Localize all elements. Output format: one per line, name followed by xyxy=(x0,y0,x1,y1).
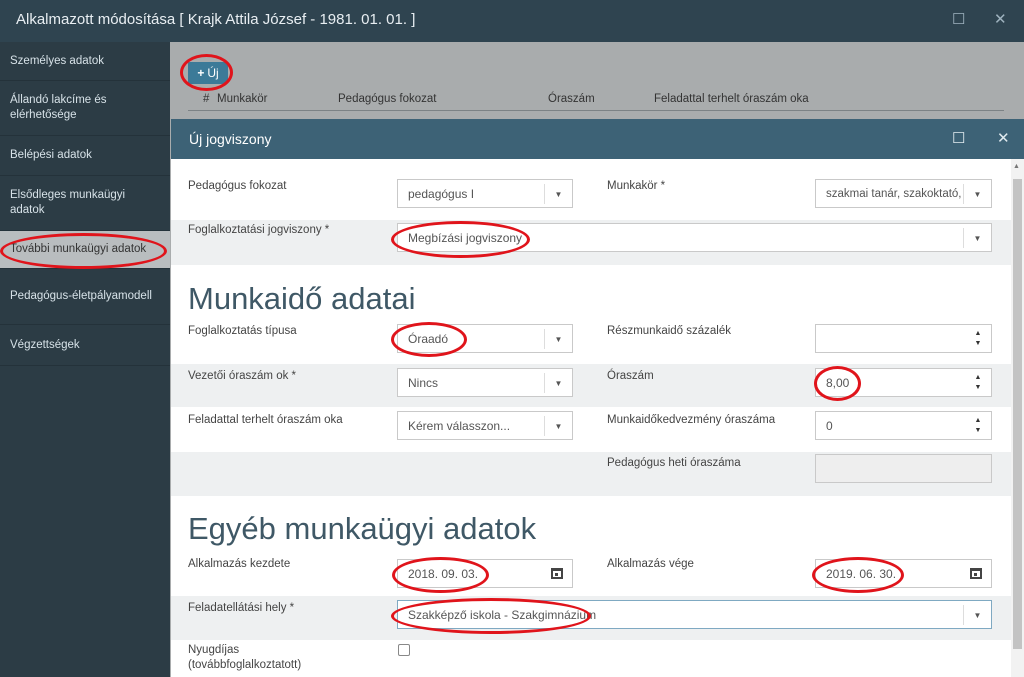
maximize-icon[interactable]: ☐ xyxy=(952,10,965,28)
maximize-icon[interactable]: ☐ xyxy=(952,129,965,147)
feladatellatasi-hely-select[interactable]: Szakképző iskola - Szakgimnázium ▼ xyxy=(397,600,992,629)
foglalkoztatasi-jogviszony-label: Foglalkoztatási jogviszony * xyxy=(188,224,330,236)
alkalmazas-vege-value: 2019. 06. 30. xyxy=(826,566,897,581)
column-header-munkakor[interactable]: Munkakör xyxy=(217,93,268,105)
column-header-index[interactable]: # xyxy=(203,93,209,105)
window-titlebar: Alkalmazott módosítása [ Krajk Attila Jó… xyxy=(0,0,1024,42)
sidebar-item-label: Pedagógus-életpályamodell xyxy=(10,290,152,302)
foglalkoztatas-tipusa-label: Foglalkoztatás típusa xyxy=(188,325,297,337)
feladattal-terhelt-select[interactable]: Kérem válasszon... ▼ xyxy=(397,411,573,440)
scroll-up-icon[interactable]: ▲ xyxy=(1013,163,1020,170)
vezetoi-oraszam-ok-select[interactable]: Nincs ▼ xyxy=(397,368,573,397)
pedagogus-fokozat-value: pedagógus I xyxy=(408,186,475,201)
feladatellatasi-hely-value: Szakképző iskola - Szakgimnázium xyxy=(408,607,597,622)
new-employment-modal: Új jogviszony ☐ ✕ Pedagógus fokozat peda… xyxy=(171,119,1024,677)
sidebar-item-label: Belépési adatok xyxy=(10,149,92,161)
plus-icon: + xyxy=(197,66,205,80)
oraszam-input[interactable]: 8,00 ▲ ▼ xyxy=(815,368,992,397)
spinner-icon[interactable]: ▲ ▼ xyxy=(965,369,991,396)
alkalmazas-kezdete-input[interactable]: 2018. 09. 03. xyxy=(397,559,573,588)
nyugdijas-label: Nyugdíjas (továbbfoglalkoztatott) xyxy=(188,644,302,671)
reszmunkaido-input[interactable]: ▲ ▼ xyxy=(815,324,992,353)
spinner-icon[interactable]: ▲ ▼ xyxy=(965,412,991,439)
alkalmazas-vege-input[interactable]: 2019. 06. 30. xyxy=(815,559,992,588)
oraszam-label: Óraszám xyxy=(607,370,654,382)
foglalkoztatasi-jogviszony-value: Megbízási jogviszony xyxy=(408,230,523,245)
close-icon[interactable]: ✕ xyxy=(994,10,1007,28)
column-header-oka[interactable]: Feladattal terhelt óraszám oka xyxy=(654,93,809,105)
sidebar-item-eletpalya[interactable]: Pedagógus-életpályamodell xyxy=(0,269,170,325)
sidebar-item-belepesi[interactable]: Belépési adatok xyxy=(0,136,170,176)
foglalkoztatas-tipusa-value: Óraadó xyxy=(408,331,449,346)
caret-down-icon: ▼ xyxy=(963,184,991,204)
foglalkoztatas-tipusa-select[interactable]: Óraadó ▼ xyxy=(397,324,573,353)
sidebar-item-label: Végzettségek xyxy=(10,338,80,351)
spinner-icon[interactable]: ▲ ▼ xyxy=(965,325,991,352)
sidebar-item-label: Elsődleges munkaügyi adatok xyxy=(10,189,126,216)
munkaido-kedvezmeny-value: 0 xyxy=(826,418,833,433)
heti-oraszam-label: Pedagógus heti óraszáma xyxy=(607,457,741,469)
alkalmazas-vege-label: Alkalmazás vége xyxy=(607,558,694,570)
heti-oraszam-input xyxy=(815,454,992,483)
sidebar-item-label: Állandó lakcíme és elérhetősége xyxy=(10,94,107,121)
new-button-label: Új xyxy=(207,66,219,80)
munkakor-value: szakmai tanár, szakoktató, g xyxy=(826,187,972,200)
sidebar-item-szemelyes[interactable]: Személyes adatok xyxy=(0,42,170,81)
pedagogus-fokozat-select[interactable]: pedagógus I ▼ xyxy=(397,179,573,208)
munkakor-label: Munkakör * xyxy=(607,180,666,192)
feladattal-terhelt-value: Kérem válasszon... xyxy=(408,418,511,433)
sidebar-item-lakcim[interactable]: Állandó lakcíme és elérhetősége xyxy=(0,81,170,136)
modal-scrollbar[interactable]: ▲ xyxy=(1011,159,1024,677)
foglalkoztatasi-jogviszony-select[interactable]: Megbízási jogviszony ▼ xyxy=(397,223,992,252)
caret-down-icon: ▼ xyxy=(963,228,991,248)
scroll-thumb[interactable] xyxy=(1013,179,1022,649)
oraszam-value: 8,00 xyxy=(826,375,850,390)
munkakor-select[interactable]: szakmai tanár, szakoktató, g ▼ xyxy=(815,179,992,208)
pedagogus-fokozat-label: Pedagógus fokozat xyxy=(188,180,287,192)
feladatellatasi-hely-label: Feladatellátási hely * xyxy=(188,602,295,614)
munkaido-kedvezmeny-input[interactable]: 0 ▲ ▼ xyxy=(815,411,992,440)
section-title-munkaido: Munkaidő adatai xyxy=(188,281,416,316)
new-button[interactable]: + Új xyxy=(188,62,228,84)
vezetoi-oraszam-ok-label: Vezetői óraszám ok * xyxy=(188,370,297,382)
reszmunkaido-label: Részmunkaidő százalék xyxy=(607,325,732,337)
close-icon[interactable]: ✕ xyxy=(997,129,1010,147)
alkalmazas-kezdete-value: 2018. 09. 03. xyxy=(408,566,479,581)
sidebar-item-label: További munkaügyi adatok xyxy=(10,243,147,255)
caret-down-icon: ▼ xyxy=(544,329,572,349)
column-header-oraszam[interactable]: Óraszám xyxy=(548,93,595,105)
munkaido-kedvezmeny-label: Munkaidőkedvezmény óraszáma xyxy=(607,414,776,426)
calendar-icon[interactable] xyxy=(542,560,572,587)
sidebar-item-elsodleges[interactable]: Elsődleges munkaügyi adatok xyxy=(0,176,170,231)
sidebar-item-label: Személyes adatok xyxy=(10,54,104,67)
sidebar-item-tovabbi[interactable]: További munkaügyi adatok xyxy=(0,231,170,269)
caret-down-icon: ▼ xyxy=(544,373,572,393)
caret-down-icon: ▼ xyxy=(963,605,991,625)
nyugdijas-checkbox[interactable] xyxy=(398,644,410,656)
column-header-fokozat[interactable]: Pedagógus fokozat xyxy=(338,93,436,105)
table-divider xyxy=(188,110,1004,111)
modal-header: Új jogviszony ☐ ✕ xyxy=(171,119,1024,159)
modal-title: Új jogviszony xyxy=(189,131,272,147)
calendar-icon[interactable] xyxy=(961,560,991,587)
caret-down-icon: ▼ xyxy=(544,416,572,436)
alkalmazas-kezdete-label: Alkalmazás kezdete xyxy=(188,558,291,570)
vezetoi-oraszam-ok-value: Nincs xyxy=(408,375,439,390)
feladattal-terhelt-label: Feladattal terhelt óraszám oka xyxy=(188,414,343,426)
caret-down-icon: ▼ xyxy=(544,184,572,204)
sidebar-item-vegzettsegek[interactable]: Végzettségek xyxy=(0,325,170,366)
window-title: Alkalmazott módosítása [ Krajk Attila Jó… xyxy=(16,11,416,28)
section-title-egyeb: Egyéb munkaügyi adatok xyxy=(188,511,537,546)
